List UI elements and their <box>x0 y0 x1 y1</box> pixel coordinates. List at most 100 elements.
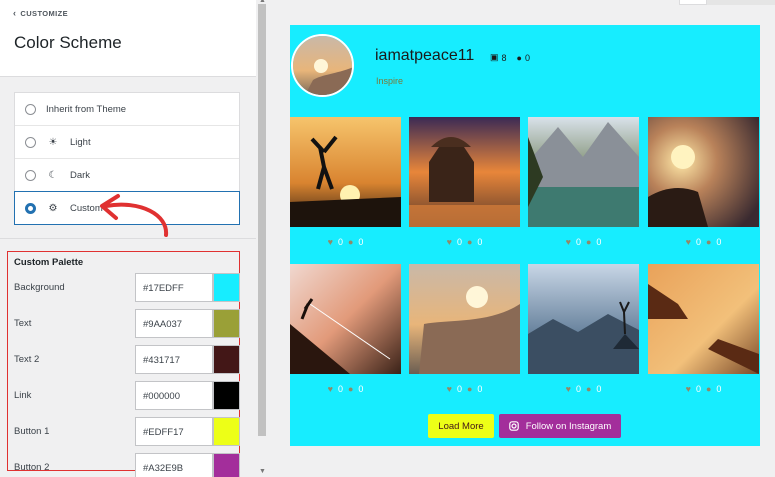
like-count: 0 <box>337 237 343 247</box>
photo-count: 8 <box>501 52 507 63</box>
comment-count: 0 <box>596 237 602 247</box>
comment-icon: ● <box>585 384 592 394</box>
follower-count: 0 <box>524 52 530 63</box>
scroll-down-icon[interactable]: ▼ <box>259 468 266 475</box>
comment-count: 0 <box>358 237 364 247</box>
user-icon: ● <box>516 52 522 63</box>
post-thumbnail[interactable] <box>290 117 401 227</box>
sun-icon: ☀ <box>48 136 58 148</box>
text2-color-input[interactable]: #431717 <box>135 345 213 374</box>
annotation-arrow-icon <box>100 194 169 237</box>
feed-username[interactable]: iamatpeace11 <box>375 47 474 65</box>
palette-label: Background <box>14 282 65 293</box>
button2-color-swatch[interactable] <box>213 453 240 477</box>
palette-label: Text <box>14 318 32 329</box>
like-count: 0 <box>337 384 343 394</box>
custom-palette: Custom Palette Background #17EDFF Text #… <box>7 251 241 477</box>
post-meta: ♥ 0 ● 0 <box>290 235 401 249</box>
back-link[interactable]: ‹ CUSTOMIZE <box>13 8 68 18</box>
button1-color-input[interactable]: #EDFF17 <box>135 417 213 446</box>
post-thumbnail[interactable] <box>290 264 401 374</box>
heart-icon: ♥ <box>685 237 691 247</box>
post-thumbnail[interactable] <box>528 264 639 374</box>
like-count: 0 <box>456 384 462 394</box>
panel-header: ‹ CUSTOMIZE Color Scheme <box>0 0 256 77</box>
post-meta: ♥ 0 ● 0 <box>409 382 520 396</box>
comment-count: 0 <box>477 384 483 394</box>
palette-row-background: Background #17EDFF <box>8 272 241 302</box>
heart-icon: ♥ <box>327 384 333 394</box>
photos-stat: ▣ 8 <box>490 52 507 63</box>
heart-icon: ♥ <box>565 237 571 247</box>
avatar[interactable] <box>291 34 354 97</box>
post-meta: ♥ 0 ● 0 <box>648 235 759 249</box>
palette-title: Custom Palette <box>14 257 84 268</box>
post-thumbnail[interactable] <box>648 264 759 374</box>
preview-control[interactable] <box>679 0 707 5</box>
comment-count: 0 <box>716 384 722 394</box>
follow-instagram-button[interactable]: Follow on Instagram <box>499 414 621 438</box>
comment-icon: ● <box>585 237 592 247</box>
option-light[interactable]: ☀ Light <box>15 126 239 159</box>
radio-light[interactable] <box>25 136 36 148</box>
post-meta: ♥ 0 ● 0 <box>528 235 639 249</box>
button2-color-input[interactable]: #A32E9B <box>135 453 213 477</box>
comment-icon: ● <box>466 237 473 247</box>
button1-color-swatch[interactable] <box>213 417 240 446</box>
site-preview: iamatpeace11 ▣ 8 ● 0 Inspire ♥ 0 ● 0 ♥ 0 ● 0 ♥ 0 ●… <box>268 0 775 477</box>
scrollbar-thumb[interactable] <box>258 4 266 436</box>
load-more-button[interactable]: Load More <box>428 414 494 438</box>
divider <box>0 238 256 239</box>
post-thumbnail[interactable] <box>409 264 520 374</box>
link-color-input[interactable]: #000000 <box>135 381 213 410</box>
like-count: 0 <box>695 384 701 394</box>
radio-inherit[interactable] <box>25 103 36 115</box>
option-label: Light <box>70 136 91 148</box>
post-meta: ♥ 0 ● 0 <box>648 382 759 396</box>
comment-icon: ● <box>705 237 712 247</box>
text2-color-swatch[interactable] <box>213 345 240 374</box>
palette-label: Button 2 <box>14 462 50 473</box>
text-color-input[interactable]: #9AA037 <box>135 309 213 338</box>
feed-bio: Inspire <box>376 76 404 86</box>
preview-control-2[interactable] <box>707 0 775 5</box>
palette-row-button2: Button 2 #A32E9B <box>8 452 241 477</box>
comment-count: 0 <box>716 237 722 247</box>
post-meta: ♥ 0 ● 0 <box>528 382 639 396</box>
comment-count: 0 <box>358 384 364 394</box>
comment-count: 0 <box>596 384 602 394</box>
post-thumbnail[interactable] <box>528 117 639 227</box>
heart-icon: ♥ <box>446 237 452 247</box>
palette-row-text: Text #9AA037 <box>8 308 241 338</box>
like-count: 0 <box>456 237 462 247</box>
option-inherit[interactable]: Inherit from Theme <box>15 93 239 126</box>
back-label: CUSTOMIZE <box>20 9 69 18</box>
palette-row-link: Link #000000 <box>8 380 241 410</box>
heart-icon: ♥ <box>446 384 452 394</box>
follow-label: Follow on Instagram <box>525 420 612 432</box>
radio-dark[interactable] <box>25 169 36 181</box>
image-icon: ▣ <box>490 52 499 62</box>
palette-label: Text 2 <box>14 354 40 365</box>
heart-icon: ♥ <box>565 384 571 394</box>
palette-row-button1: Button 1 #EDFF17 <box>8 416 241 446</box>
text-color-swatch[interactable] <box>213 309 240 338</box>
moon-icon: ☾ <box>48 169 58 181</box>
background-color-input[interactable]: #17EDFF <box>135 273 213 302</box>
post-thumbnail[interactable] <box>409 117 520 227</box>
link-color-swatch[interactable] <box>213 381 240 410</box>
like-count: 0 <box>575 237 581 247</box>
panel-title: Color Scheme <box>14 33 122 52</box>
palette-label: Link <box>14 390 32 401</box>
post-thumbnail[interactable] <box>648 117 759 227</box>
instagram-feed: iamatpeace11 ▣ 8 ● 0 Inspire ♥ 0 ● 0 ♥ 0 ● 0 ♥ 0 ●… <box>290 25 760 446</box>
feed-stats: ▣ 8 ● 0 <box>490 52 530 63</box>
option-dark[interactable]: ☾ Dark <box>15 159 239 192</box>
panel-scrollbar[interactable]: ▲ ▼ <box>256 0 268 477</box>
radio-custom[interactable] <box>25 202 36 214</box>
gear-icon: ⚙ <box>48 202 58 214</box>
instagram-icon <box>508 421 519 431</box>
comment-icon: ● <box>466 384 473 394</box>
post-meta: ♥ 0 ● 0 <box>290 382 401 396</box>
background-color-swatch[interactable] <box>213 273 240 302</box>
